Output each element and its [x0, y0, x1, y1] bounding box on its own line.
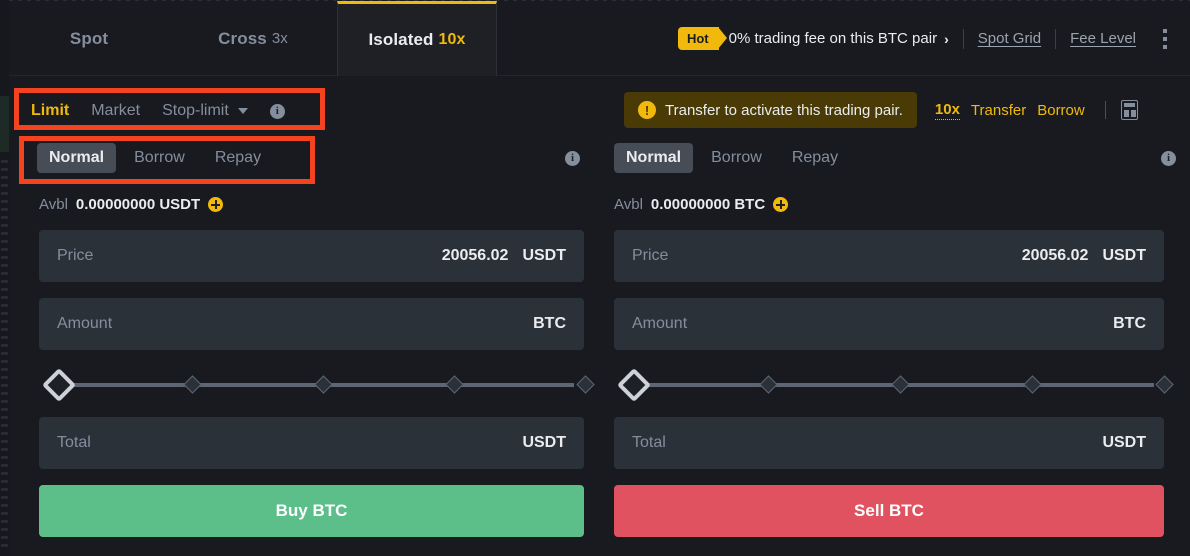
sell-amount-label: Amount — [632, 315, 688, 332]
buy-slider-tick-25[interactable] — [182, 375, 202, 394]
chevron-down-icon[interactable] — [237, 108, 248, 114]
tab-isolated-leverage: 10x — [438, 31, 466, 48]
left-rail-dotted-strip — [1, 160, 8, 550]
sell-total-field[interactable]: Total USDT — [614, 417, 1164, 469]
tab-cross-label: Cross — [218, 28, 267, 48]
buy-mode-normal[interactable]: Normal — [37, 143, 117, 173]
promo-divider-2 — [1055, 28, 1057, 49]
buy-price-field[interactable]: Price 20056.02 USDT — [39, 230, 584, 282]
buy-total-unit: USDT — [522, 434, 566, 451]
transfer-warning-row: ! Transfer to activate this trading pair… — [624, 90, 1178, 130]
calculator-icon[interactable] — [1120, 100, 1138, 120]
sell-price-unit: USDT — [1102, 247, 1146, 264]
order-type-stop-limit[interactable]: Stop-limit — [162, 102, 229, 120]
spot-grid-link[interactable]: Spot Grid — [978, 30, 1041, 47]
sell-avbl-value: 0.00000000 BTC — [650, 196, 766, 213]
sell-price-value: 20056.02 — [1021, 247, 1089, 264]
transfer-warning-text: Transfer to activate this trading pair. — [665, 101, 903, 119]
more-vertical-icon[interactable] — [1152, 19, 1178, 59]
buy-price-value: 20056.02 — [441, 247, 509, 264]
margin-actions-divider — [1104, 101, 1106, 119]
plus-circle-icon[interactable] — [208, 197, 224, 212]
order-type-market[interactable]: Market — [91, 102, 140, 120]
sell-button[interactable]: Sell BTC — [614, 485, 1164, 537]
tab-cross[interactable]: Cross 3x — [169, 1, 337, 76]
sell-price-field[interactable]: Price 20056.02 USDT — [614, 230, 1164, 282]
tab-spot-label: Spot — [69, 28, 109, 48]
buy-amount-label: Amount — [57, 315, 113, 332]
buy-price-label: Price — [57, 247, 94, 264]
tab-isolated[interactable]: Isolated 10x — [337, 1, 497, 76]
buy-mode-borrow[interactable]: Borrow — [122, 143, 197, 173]
plus-circle-icon[interactable] — [773, 197, 789, 212]
margin-actions: 10x Transfer Borrow — [934, 100, 1138, 120]
sell-slider-tick-25[interactable] — [758, 375, 778, 394]
fee-level-link[interactable]: Fee Level — [1070, 30, 1136, 47]
order-type-selector: Limit Market Stop-limit i — [31, 96, 285, 126]
leverage-selector[interactable]: 10x — [934, 101, 960, 120]
sell-slider-handle[interactable] — [617, 368, 651, 402]
sell-amount-slider[interactable] — [614, 368, 1174, 402]
sell-total-unit: USDT — [1102, 434, 1146, 451]
sell-amount-field[interactable]: Amount BTC — [614, 298, 1164, 350]
tab-spot[interactable]: Spot — [9, 1, 169, 76]
buy-avbl-label: Avbl — [39, 196, 68, 213]
tab-cross-leverage: 3x — [271, 30, 288, 47]
buy-slider-tick-50[interactable] — [313, 375, 333, 394]
buy-panel: Limit Market Stop-limit i Normal Borrow … — [9, 76, 595, 556]
buy-available-balance: Avbl 0.00000000 USDT — [39, 196, 224, 213]
promo-divider-1 — [962, 28, 964, 49]
sell-amount-unit: BTC — [1113, 315, 1146, 332]
sell-avbl-label: Avbl — [614, 196, 643, 213]
sell-margin-mode-row: Normal Borrow Repay i — [614, 138, 1176, 178]
order-type-limit[interactable]: Limit — [31, 102, 69, 120]
left-rail — [0, 0, 9, 556]
transfer-warning-pill: ! Transfer to activate this trading pair… — [624, 92, 917, 128]
buy-slider-tick-100[interactable] — [575, 375, 595, 394]
sell-price-label: Price — [632, 247, 669, 264]
buy-slider-tick-75[interactable] — [444, 375, 464, 394]
tab-isolated-label: Isolated — [368, 30, 434, 49]
alert-icon: ! — [638, 101, 656, 119]
borrow-link[interactable]: Borrow — [1037, 102, 1085, 119]
sell-mode-normal[interactable]: Normal — [614, 143, 694, 173]
buy-button[interactable]: Buy BTC — [39, 485, 584, 537]
left-rail-accent — [0, 96, 9, 152]
sell-mode-repay[interactable]: Repay — [780, 143, 850, 173]
trading-mode-tabbar: Spot Cross 3x Isolated 10x Hot 0% tradin… — [9, 0, 1190, 76]
promo-text: 0% trading fee on this BTC pair — [728, 30, 938, 47]
sell-available-balance: Avbl 0.00000000 BTC — [614, 196, 789, 213]
buy-amount-unit: BTC — [533, 315, 566, 332]
hot-badge: Hot — [677, 27, 727, 50]
buy-price-unit: USDT — [522, 247, 566, 264]
transfer-link[interactable]: Transfer — [971, 102, 1026, 119]
sell-panel: ! Transfer to activate this trading pair… — [600, 76, 1190, 556]
sell-mode-info-icon[interactable]: i — [1161, 150, 1176, 166]
chevron-right-icon[interactable]: › — [944, 31, 949, 47]
buy-margin-mode-tabs: Normal Borrow Repay — [37, 143, 273, 173]
sell-mode-borrow[interactable]: Borrow — [699, 143, 774, 173]
buy-slider-handle[interactable] — [42, 368, 76, 402]
buy-amount-slider[interactable] — [39, 368, 595, 402]
buy-margin-mode-row: Normal Borrow Repay i — [37, 138, 580, 178]
buy-mode-repay[interactable]: Repay — [203, 143, 273, 173]
buy-avbl-value: 0.00000000 USDT — [75, 196, 201, 213]
sell-slider-tick-50[interactable] — [890, 375, 910, 394]
order-type-info-icon[interactable]: i — [269, 103, 285, 119]
buy-total-field[interactable]: Total USDT — [39, 417, 584, 469]
buy-amount-field[interactable]: Amount BTC — [39, 298, 584, 350]
buy-total-label: Total — [57, 434, 91, 451]
sell-slider-tick-75[interactable] — [1022, 375, 1042, 394]
promo-bar: Hot 0% trading fee on this BTC pair › Sp… — [677, 1, 1190, 76]
sell-margin-mode-tabs: Normal Borrow Repay — [614, 143, 850, 173]
buy-mode-info-icon[interactable]: i — [565, 150, 580, 166]
sell-total-label: Total — [632, 434, 666, 451]
trading-mode-tabs: Spot Cross 3x Isolated 10x — [9, 1, 497, 76]
sell-slider-tick-100[interactable] — [1154, 375, 1174, 394]
